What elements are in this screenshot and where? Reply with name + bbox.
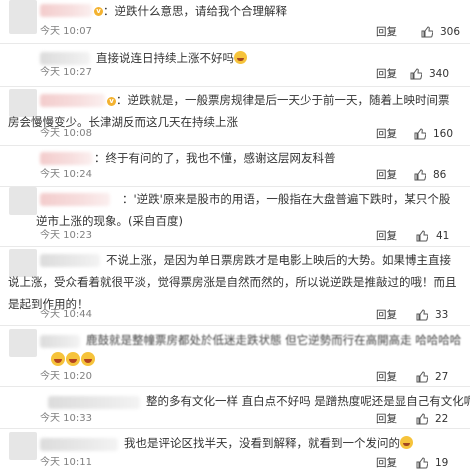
username[interactable] xyxy=(40,52,90,65)
timestamp: 今天 10:24 xyxy=(40,169,92,180)
comment-list: v ：逆跌什么意思，请给我个合理解释 今天 10:07 回复 306 直接说连日… xyxy=(0,0,470,473)
thumbs-up-icon[interactable] xyxy=(414,169,426,181)
comment-item: v ：逆跌就是，一般票房规律是后一天少于前一天，随着上映时间票房会慢慢变少。长津… xyxy=(0,87,470,147)
comment-text: 整的多有文化一样 直白点不好吗 是蹭热度呢还是显自己有文化呢 xyxy=(146,394,470,408)
reply-button[interactable]: 回复 xyxy=(376,230,397,242)
timestamp: 今天 10:33 xyxy=(40,413,92,424)
thumbs-up-icon[interactable] xyxy=(410,68,422,80)
thumbs-up-icon[interactable] xyxy=(416,230,428,242)
comment-text: ：逆跌什么意思，请给我个合理解释 xyxy=(103,4,287,18)
comment-text: ：终于有问的了，我也不懂，感谢这层网友科普 xyxy=(94,151,336,165)
reply-button[interactable]: 回复 xyxy=(376,169,397,181)
timestamp: 今天 10:27 xyxy=(40,67,92,78)
comment-text: ：逆跌就是，一般票房规律是后一天少于前一天，随着上映时间票房会慢慢变少。长津湖反… xyxy=(8,93,450,129)
username[interactable] xyxy=(40,4,92,17)
timestamp: 今天 10:11 xyxy=(40,457,92,468)
like-count: 27 xyxy=(435,371,449,383)
username[interactable] xyxy=(48,396,140,409)
avatar[interactable] xyxy=(9,187,37,215)
comment-item: v ：逆跌什么意思，请给我个合理解释 今天 10:07 回复 306 xyxy=(0,0,470,40)
username[interactable] xyxy=(40,335,80,348)
timestamp: 今天 10:20 xyxy=(40,371,92,382)
comment-text: 鹿鼓就是整幢票房都处於低迷走跌状態 但它逆勢而行在高開高走 哈哈哈哈 xyxy=(86,333,462,347)
like-count: 41 xyxy=(436,230,450,242)
timestamp: 今天 10:07 xyxy=(40,26,92,37)
like-count: 340 xyxy=(429,68,450,80)
thumbs-up-icon[interactable] xyxy=(416,457,428,469)
comment-item: ：'逆跌'原来是股市的用语，一般指在大盘普遍下跌时，某只个股逆市上涨的现象。(采… xyxy=(0,187,470,247)
timestamp: 今天 10:44 xyxy=(40,309,92,320)
like-count: 19 xyxy=(435,457,449,469)
like-count: 160 xyxy=(433,128,454,140)
comment-item: 不说上涨，是因为单日票房跌才是电影上映后的大势。如果博主直接说上涨，受众看着就很… xyxy=(0,247,470,325)
reply-button[interactable]: 回复 xyxy=(376,68,397,80)
reply-button[interactable]: 回复 xyxy=(376,26,397,38)
reply-button[interactable]: 回复 xyxy=(376,371,397,383)
thumbs-up-icon[interactable] xyxy=(416,309,428,321)
laughing-emoji-icon xyxy=(66,352,80,366)
comment-item: ：终于有问的了，我也不懂，感谢这层网友科普 今天 10:24 回复 86 xyxy=(0,146,470,186)
like-count: 22 xyxy=(435,413,449,425)
like-count: 86 xyxy=(433,169,447,181)
laughing-emoji-icon xyxy=(51,352,65,366)
comment-item: 直接说连日持续上涨不好吗 今天 10:27 回复 340 xyxy=(0,44,470,84)
laughing-emoji-icon xyxy=(81,352,95,366)
comment-text: 不说上涨，是因为单日票房跌才是电影上映后的大势。如果博主直接说上涨，受众看着就很… xyxy=(8,253,457,311)
avatar[interactable] xyxy=(9,0,37,34)
comment-text: 直接说连日持续上涨不好吗 xyxy=(96,47,247,69)
like-count: 33 xyxy=(435,309,449,321)
comment-item: 整的多有文化一样 直白点不好吗 是蹭热度呢还是显自己有文化呢 今天 10:33 … xyxy=(0,387,470,427)
timestamp: 今天 10:23 xyxy=(40,230,92,241)
timestamp: 今天 10:08 xyxy=(40,128,92,139)
username[interactable] xyxy=(40,152,92,165)
reply-button[interactable]: 回复 xyxy=(376,457,397,469)
comment-item: 鹿鼓就是整幢票房都处於低迷走跌状態 但它逆勢而行在高開高走 哈哈哈哈 今天 10… xyxy=(0,326,470,386)
comment-text: 我也是评论区找半天，没看到解释，就看到一个发问的 xyxy=(124,432,413,454)
reply-button[interactable]: 回复 xyxy=(376,128,397,140)
thumbs-up-icon[interactable] xyxy=(416,413,428,425)
thumbs-up-icon[interactable] xyxy=(414,128,426,140)
avatar[interactable] xyxy=(9,329,37,357)
reply-button[interactable]: 回复 xyxy=(376,309,397,321)
comment-item: 我也是评论区找半天，没看到解释，就看到一个发问的 今天 10:11 回复 19 xyxy=(0,429,470,473)
reply-button[interactable]: 回复 xyxy=(376,413,397,425)
comment-text: ：'逆跌'原来是股市的用语，一般指在大盘普遍下跌时，某只个股逆市上涨的现象。(采… xyxy=(36,192,451,228)
laughing-emoji-icon xyxy=(234,51,247,64)
verified-icon: v xyxy=(94,7,103,16)
avatar[interactable] xyxy=(9,432,37,460)
thumbs-up-icon[interactable] xyxy=(421,26,433,38)
thumbs-up-icon[interactable] xyxy=(416,371,428,383)
laughing-emoji-icon xyxy=(400,436,413,449)
username[interactable] xyxy=(40,438,118,451)
like-count: 306 xyxy=(440,26,461,38)
